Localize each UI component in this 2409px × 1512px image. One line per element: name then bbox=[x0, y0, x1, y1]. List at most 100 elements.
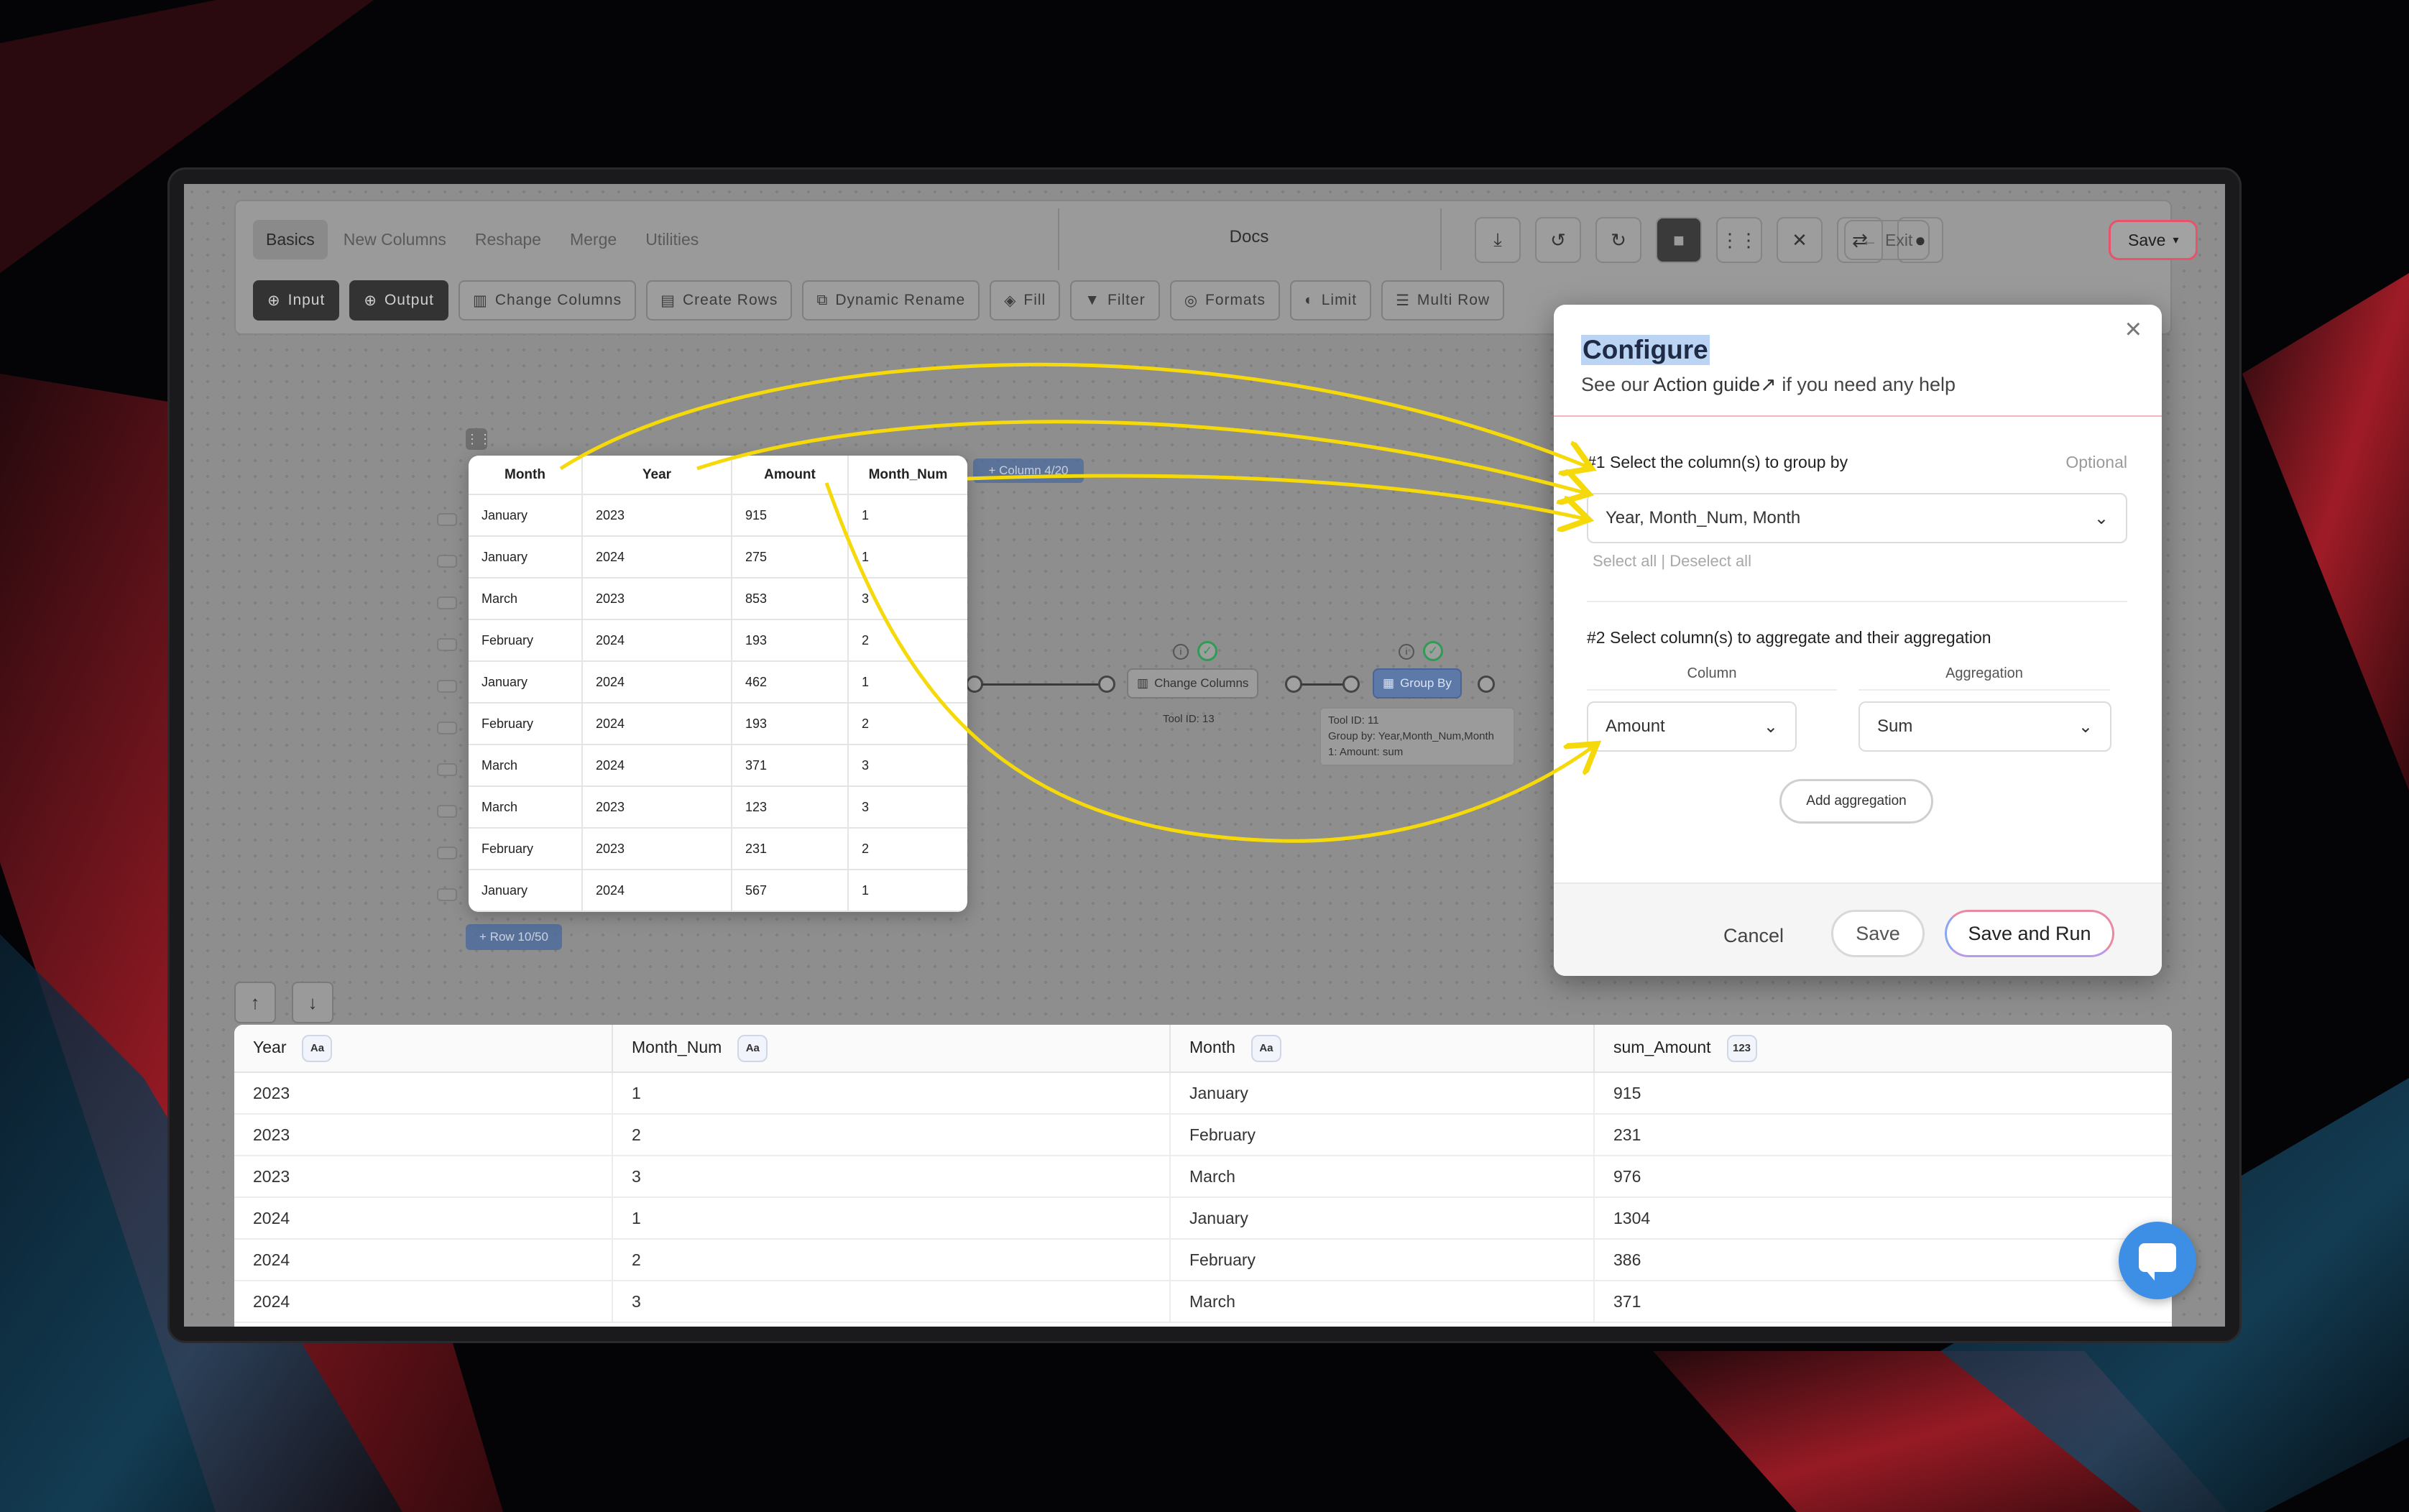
column-header-month-num[interactable]: Month_Num Aa bbox=[612, 1025, 1171, 1073]
tab-new-columns[interactable]: New Columns bbox=[331, 220, 459, 259]
tab-utilities[interactable]: Utilities bbox=[632, 220, 711, 259]
node-group-by[interactable]: ▦ Group By bbox=[1373, 668, 1462, 699]
table-cell[interactable]: January bbox=[469, 494, 583, 537]
table-cell[interactable]: 3 bbox=[612, 1281, 1171, 1323]
column-header-year[interactable]: Year bbox=[582, 456, 732, 495]
table-cell[interactable]: 2024 bbox=[582, 536, 732, 578]
table-cell[interactable]: 2024 bbox=[582, 619, 732, 662]
tool-dynamic-rename[interactable]: ⧉ Dynamic Rename bbox=[802, 280, 980, 321]
table-cell[interactable]: February bbox=[469, 828, 583, 870]
table-cell[interactable]: January bbox=[469, 536, 583, 578]
table-cell[interactable]: 915 bbox=[1594, 1072, 2172, 1115]
add-column-button[interactable]: + Column 4/20 bbox=[973, 458, 1084, 483]
select-all-link[interactable]: Select all bbox=[1593, 552, 1657, 570]
table-cell[interactable]: 1 bbox=[612, 1197, 1171, 1240]
row-handle[interactable] bbox=[437, 888, 457, 901]
tool-change-columns[interactable]: ▥ Change Columns bbox=[458, 280, 637, 321]
input-port[interactable] bbox=[1342, 676, 1360, 693]
column-header-sum-amount[interactable]: sum_Amount 123 bbox=[1594, 1025, 2172, 1073]
save-button[interactable]: Save bbox=[1831, 910, 1925, 957]
table-cell[interactable]: 3 bbox=[848, 578, 967, 620]
table-cell[interactable]: March bbox=[469, 745, 583, 787]
add-row-button[interactable]: + Row 10/50 bbox=[466, 924, 562, 950]
table-drag-handle[interactable]: ⋮⋮ bbox=[466, 428, 492, 450]
tab-basics[interactable]: Basics bbox=[253, 220, 328, 259]
group-by-select[interactable]: Year, Month_Num, Month ⌄ bbox=[1587, 493, 2127, 543]
row-handle[interactable] bbox=[437, 680, 457, 693]
row-handle[interactable] bbox=[437, 513, 457, 526]
table-cell[interactable]: 2 bbox=[848, 828, 967, 870]
table-cell[interactable]: 386 bbox=[1594, 1239, 2172, 1281]
table-cell[interactable]: 3 bbox=[848, 786, 967, 829]
tool-fill[interactable]: ◈ Fill bbox=[990, 280, 1061, 321]
row-handle[interactable] bbox=[437, 805, 457, 818]
table-cell[interactable]: 231 bbox=[1594, 1114, 2172, 1156]
save-menu-button[interactable]: Save ▾ bbox=[2109, 220, 2198, 260]
chat-button[interactable] bbox=[2119, 1222, 2196, 1299]
table-cell[interactable]: March bbox=[469, 578, 583, 620]
column-header-month[interactable]: Month bbox=[469, 456, 583, 495]
aggregation-function-select[interactable]: Sum ⌄ bbox=[1858, 701, 2111, 752]
note-button[interactable]: ■ bbox=[1656, 217, 1702, 263]
table-cell[interactable]: March bbox=[1170, 1156, 1595, 1198]
tool-filter[interactable]: ▼ Filter bbox=[1070, 280, 1160, 321]
table-cell[interactable]: 2024 bbox=[582, 703, 732, 745]
tool-multi-row[interactable]: ☰ Multi Row bbox=[1381, 280, 1505, 321]
input-port[interactable] bbox=[1098, 676, 1115, 693]
undo-button[interactable]: ↺ bbox=[1535, 217, 1581, 263]
table-cell[interactable]: 2024 bbox=[582, 661, 732, 704]
aggregate-column-select[interactable]: Amount ⌄ bbox=[1587, 701, 1797, 752]
table-cell[interactable]: 2024 bbox=[234, 1239, 613, 1281]
row-handle[interactable] bbox=[437, 847, 457, 859]
row-handle[interactable] bbox=[437, 722, 457, 734]
table-cell[interactable]: 976 bbox=[1594, 1156, 2172, 1198]
table-cell[interactable]: 853 bbox=[732, 578, 849, 620]
row-handle[interactable] bbox=[437, 638, 457, 651]
column-header-month-num[interactable]: Month_Num bbox=[848, 456, 967, 495]
table-cell[interactable]: 1 bbox=[848, 494, 967, 537]
table-cell[interactable]: February bbox=[469, 619, 583, 662]
tool-create-rows[interactable]: ▤ Create Rows bbox=[646, 280, 793, 321]
column-header-year[interactable]: Year Aa bbox=[234, 1025, 613, 1073]
tab-reshape[interactable]: Reshape bbox=[462, 220, 554, 259]
table-cell[interactable]: 2 bbox=[612, 1114, 1171, 1156]
row-handle[interactable] bbox=[437, 596, 457, 609]
info-icon[interactable]: i bbox=[1173, 644, 1189, 660]
table-cell[interactable]: 1304 bbox=[1594, 1197, 2172, 1240]
row-handle[interactable] bbox=[437, 555, 457, 568]
table-cell[interactable]: 2024 bbox=[582, 745, 732, 787]
table-cell[interactable]: January bbox=[469, 661, 583, 704]
table-cell[interactable]: 2023 bbox=[234, 1156, 613, 1198]
table-cell[interactable]: 2023 bbox=[582, 786, 732, 829]
table-cell[interactable]: 193 bbox=[732, 703, 849, 745]
table-cell[interactable]: March bbox=[469, 786, 583, 829]
table-cell[interactable]: March bbox=[1170, 1281, 1595, 1323]
table-cell[interactable]: 123 bbox=[732, 786, 849, 829]
info-icon[interactable]: i bbox=[1399, 644, 1414, 660]
redo-button[interactable]: ↻ bbox=[1595, 217, 1641, 263]
table-cell[interactable]: 3 bbox=[612, 1156, 1171, 1198]
move-down-button[interactable]: ↓ bbox=[292, 982, 333, 1023]
table-cell[interactable]: 1 bbox=[612, 1072, 1171, 1115]
table-cell[interactable]: 2023 bbox=[582, 578, 732, 620]
table-cell[interactable]: 1 bbox=[848, 536, 967, 578]
table-cell[interactable]: 567 bbox=[732, 870, 849, 912]
table-cell[interactable]: 2023 bbox=[582, 828, 732, 870]
table-cell[interactable]: 1 bbox=[848, 661, 967, 704]
exit-button[interactable]: ← Exit bbox=[1844, 220, 1930, 260]
move-up-button[interactable]: ↑ bbox=[234, 982, 276, 1023]
table-cell[interactable]: 2024 bbox=[234, 1197, 613, 1240]
add-aggregation-button[interactable]: Add aggregation bbox=[1779, 779, 1933, 824]
action-guide-link[interactable]: Action guide↗ bbox=[1654, 374, 1777, 395]
table-cell[interactable]: 193 bbox=[732, 619, 849, 662]
row-handle[interactable] bbox=[437, 763, 457, 776]
table-cell[interactable]: 2024 bbox=[234, 1281, 613, 1323]
table-cell[interactable]: 2023 bbox=[234, 1072, 613, 1115]
table-cell[interactable]: 371 bbox=[1594, 1281, 2172, 1323]
tool-input[interactable]: ⊕ Input bbox=[253, 280, 340, 321]
table-cell[interactable]: January bbox=[469, 870, 583, 912]
table-cell[interactable]: February bbox=[1170, 1239, 1595, 1281]
table-cell[interactable]: 462 bbox=[732, 661, 849, 704]
tool-formats[interactable]: ◎ Formats bbox=[1169, 280, 1281, 321]
tool-output[interactable]: ⊕ Output bbox=[349, 280, 448, 321]
